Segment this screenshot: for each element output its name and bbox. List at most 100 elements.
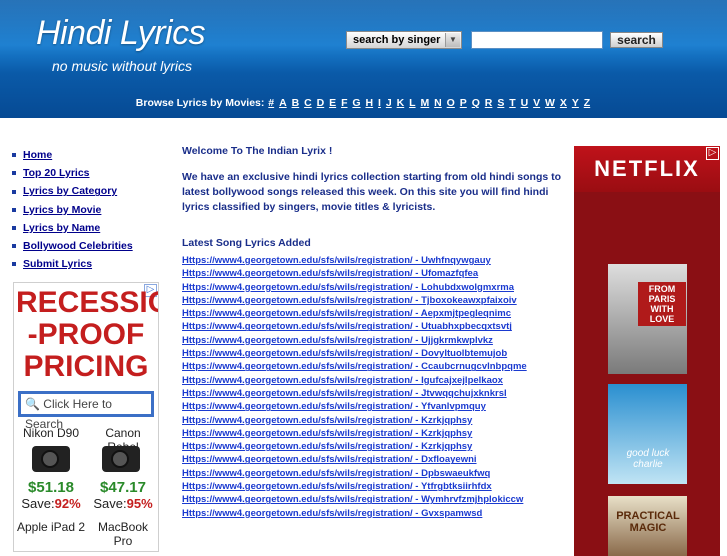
letter-link-z[interactable]: Z: [584, 97, 590, 109]
letter-link-hash[interactable]: #: [268, 97, 274, 109]
welcome-heading: Welcome To The Indian Lyrix !: [182, 145, 333, 157]
lyrics-link[interactable]: Https://www4.georgetown.edu/sfs/wils/reg…: [182, 361, 527, 372]
movie-poster[interactable]: FROM PARIS WITH LOVE: [608, 264, 687, 374]
sidebar-nav: Home Top 20 Lyrics Lyrics by Category Ly…: [12, 148, 133, 275]
letter-link-q[interactable]: Q: [472, 97, 480, 109]
letter-link-e[interactable]: E: [329, 97, 336, 109]
letter-link-u[interactable]: U: [521, 97, 529, 109]
lens-icon: [41, 450, 59, 468]
letter-link-b[interactable]: B: [292, 97, 300, 109]
ad-search-box[interactable]: 🔍 Click Here to Search: [18, 391, 154, 431]
lyrics-link[interactable]: Https://www4.georgetown.edu/sfs/wils/reg…: [182, 494, 523, 505]
lyrics-link[interactable]: Https://www4.georgetown.edu/sfs/wils/reg…: [182, 454, 477, 465]
nav-link-top-20[interactable]: Top 20 Lyrics: [23, 167, 90, 179]
letter-link-w[interactable]: W: [545, 97, 555, 109]
main-content: Welcome To The Indian Lyrix ! We have an…: [182, 145, 567, 519]
lyrics-link[interactable]: Https://www4.georgetown.edu/sfs/wils/reg…: [182, 428, 472, 439]
letter-link-t[interactable]: T: [509, 97, 515, 109]
search-button[interactable]: search: [610, 32, 663, 48]
lyrics-link[interactable]: Https://www4.georgetown.edu/sfs/wils/reg…: [182, 268, 478, 279]
list-item: Https://www4.georgetown.edu/sfs/wils/reg…: [182, 428, 527, 441]
ad-headline-line: PRICING: [23, 350, 149, 383]
letter-link-l[interactable]: L: [409, 97, 415, 109]
lyrics-link[interactable]: Https://www4.georgetown.edu/sfs/wils/reg…: [182, 308, 511, 319]
letter-link-p[interactable]: P: [460, 97, 467, 109]
letter-link-j[interactable]: J: [386, 97, 392, 109]
letter-link-k[interactable]: K: [397, 97, 405, 109]
poster-title: FROM PARIS WITH LOVE: [638, 282, 686, 326]
letter-link-d[interactable]: D: [317, 97, 325, 109]
ad-product-name[interactable]: Apple iPad 2: [16, 520, 86, 534]
save-percent: 92%: [54, 496, 81, 511]
search-input[interactable]: [471, 31, 603, 49]
list-item: Https://www4.georgetown.edu/sfs/wils/reg…: [182, 348, 527, 361]
ad-product-name[interactable]: MacBook Pro: [88, 520, 158, 548]
lyrics-link[interactable]: Https://www4.georgetown.edu/sfs/wils/reg…: [182, 282, 514, 293]
letter-link-o[interactable]: O: [447, 97, 455, 109]
movie-poster[interactable]: good luck charlie: [608, 384, 687, 484]
latest-lyrics-list: Https://www4.georgetown.edu/sfs/wils/reg…: [182, 255, 527, 521]
list-item: Https://www4.georgetown.edu/sfs/wils/reg…: [182, 295, 527, 308]
bullet-icon: [12, 262, 16, 267]
lyrics-link[interactable]: Https://www4.georgetown.edu/sfs/wils/reg…: [182, 468, 490, 479]
camera-icon: [102, 446, 140, 472]
netflix-logo[interactable]: NETFLIX: [574, 156, 720, 182]
ad-product-name[interactable]: Nikon D90: [16, 426, 86, 440]
list-item: Https://www4.georgetown.edu/sfs/wils/reg…: [182, 415, 527, 428]
site-logo[interactable]: Hindi Lyrics: [36, 14, 206, 53]
bullet-icon: [12, 225, 16, 230]
lyrics-link[interactable]: Https://www4.georgetown.edu/sfs/wils/reg…: [182, 255, 491, 266]
right-banner-ad[interactable]: ▷ NETFLIX FROM PARIS WITH LOVE good luck…: [574, 146, 720, 556]
nav-link-celebrities[interactable]: Bollywood Celebrities: [23, 240, 133, 252]
list-item: Https://www4.georgetown.edu/sfs/wils/reg…: [182, 388, 527, 401]
nav-link-submit[interactable]: Submit Lyrics: [23, 258, 92, 270]
letter-link-a[interactable]: A: [279, 97, 287, 109]
left-banner-ad[interactable]: ▷ RECESSION -PROOF PRICING 🔍 Click Here …: [13, 282, 159, 552]
letter-link-g[interactable]: G: [352, 97, 360, 109]
nav-link-home[interactable]: Home: [23, 149, 52, 161]
lyrics-link[interactable]: Https://www4.georgetown.edu/sfs/wils/reg…: [182, 348, 507, 359]
nav-link-name[interactable]: Lyrics by Name: [23, 222, 100, 234]
browse-label: Browse Lyrics by Movies:: [135, 97, 265, 109]
letter-link-x[interactable]: X: [560, 97, 567, 109]
lyrics-link[interactable]: Https://www4.georgetown.edu/sfs/wils/reg…: [182, 441, 472, 452]
letter-link-h[interactable]: H: [366, 97, 374, 109]
list-item: Https://www4.georgetown.edu/sfs/wils/reg…: [182, 454, 527, 467]
nav-item-category: Lyrics by Category: [12, 184, 133, 202]
lens-icon: [111, 450, 129, 468]
letter-link-r[interactable]: R: [485, 97, 493, 109]
movie-poster[interactable]: PRACTICAL MAGIC: [608, 496, 687, 556]
letter-link-m[interactable]: M: [420, 97, 429, 109]
letter-link-s[interactable]: S: [497, 97, 504, 109]
letter-link-n[interactable]: N: [434, 97, 442, 109]
letter-link-i[interactable]: I: [378, 97, 381, 109]
lyrics-link[interactable]: Https://www4.georgetown.edu/sfs/wils/reg…: [182, 335, 493, 346]
lyrics-link[interactable]: Https://www4.georgetown.edu/sfs/wils/reg…: [182, 401, 486, 412]
bullet-icon: [12, 189, 16, 194]
list-item: Https://www4.georgetown.edu/sfs/wils/reg…: [182, 268, 527, 281]
list-item: Https://www4.georgetown.edu/sfs/wils/reg…: [182, 321, 527, 334]
list-item: Https://www4.georgetown.edu/sfs/wils/reg…: [182, 441, 527, 454]
list-item: Https://www4.georgetown.edu/sfs/wils/reg…: [182, 481, 527, 494]
letter-link-y[interactable]: Y: [572, 97, 579, 109]
dropdown-arrow-icon[interactable]: ▼: [445, 33, 460, 47]
letter-index: # A B C D E F G H I J K L M N O P Q R S …: [267, 97, 591, 109]
lyrics-link[interactable]: Https://www4.georgetown.edu/sfs/wils/reg…: [182, 375, 503, 386]
lyrics-link[interactable]: Https://www4.georgetown.edu/sfs/wils/reg…: [182, 321, 512, 332]
nav-link-category[interactable]: Lyrics by Category: [23, 185, 117, 197]
letter-link-c[interactable]: C: [304, 97, 312, 109]
lyrics-link[interactable]: Https://www4.georgetown.edu/sfs/wils/reg…: [182, 388, 507, 399]
magnifier-icon: 🔍: [25, 397, 40, 411]
intro-text: We have an exclusive hindi lyrics collec…: [182, 171, 562, 213]
lyrics-link[interactable]: Https://www4.georgetown.edu/sfs/wils/reg…: [182, 295, 517, 306]
ad-search-field[interactable]: 🔍 Click Here to Search: [21, 394, 151, 431]
site-tagline: no music without lyrics: [52, 58, 193, 74]
ad-headline-line: -PROOF: [27, 318, 145, 351]
search-type-select[interactable]: search by singer ▼: [346, 31, 462, 49]
nav-link-movie[interactable]: Lyrics by Movie: [23, 204, 101, 216]
lyrics-link[interactable]: Https://www4.georgetown.edu/sfs/wils/reg…: [182, 481, 492, 492]
letter-link-v[interactable]: V: [533, 97, 540, 109]
lyrics-link[interactable]: Https://www4.georgetown.edu/sfs/wils/reg…: [182, 508, 482, 519]
lyrics-link[interactable]: Https://www4.georgetown.edu/sfs/wils/reg…: [182, 415, 472, 426]
letter-link-f[interactable]: F: [341, 97, 347, 109]
